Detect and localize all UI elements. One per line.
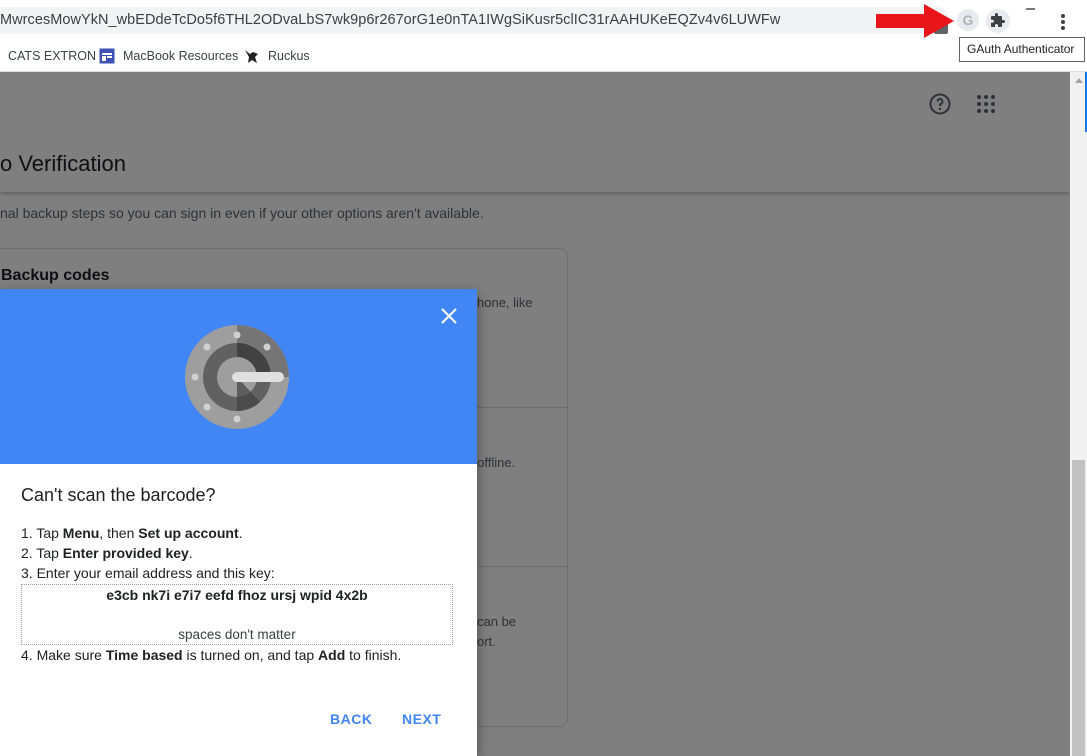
red-arrow-icon bbox=[876, 2, 956, 40]
scroll-up-arrow-icon[interactable] bbox=[1075, 78, 1083, 83]
bookmarks-bar: CATS EXTRON MacBook Resources Ruckus bbox=[0, 40, 1087, 72]
step-keyword: Add bbox=[318, 647, 346, 663]
back-button[interactable]: BACK bbox=[330, 711, 372, 727]
step-text: 1. bbox=[21, 525, 37, 541]
step-text: , then bbox=[99, 525, 139, 541]
step-keyword: Enter provided key bbox=[62, 545, 189, 561]
url-text[interactable]: MwrcesMowYkN_wbEDdeTcDo5f6THL2ODvaLbS7wk… bbox=[0, 12, 780, 28]
instruction-step-4: 4. Make sure Time based is turned on, an… bbox=[21, 647, 401, 663]
cant-scan-dialog: Can't scan the barcode? 1. Tap Menu, the… bbox=[0, 289, 477, 756]
extension-tooltip: GAuth Authenticator bbox=[959, 37, 1085, 62]
ruckus-dog-icon bbox=[244, 48, 260, 64]
step-text: 4. bbox=[21, 647, 37, 663]
step-text: 2. bbox=[21, 545, 37, 561]
bookmark-label: CATS EXTRON bbox=[8, 49, 96, 63]
step-keyword: Menu bbox=[62, 525, 100, 541]
next-button[interactable]: NEXT bbox=[402, 711, 441, 727]
bookmark-label: MacBook Resources bbox=[123, 49, 239, 63]
step-text: Make sure bbox=[36, 647, 106, 663]
dialog-title: Can't scan the barcode? bbox=[21, 485, 216, 505]
step-keyword: Time based bbox=[105, 647, 183, 663]
step-text: is turned on, and tap bbox=[182, 647, 319, 663]
step-text: Tap bbox=[36, 525, 63, 541]
close-icon[interactable] bbox=[437, 304, 461, 328]
secret-key[interactable]: e3cb nk7i e7i7 eefd fhoz ursj wpid 4x2b bbox=[22, 587, 452, 603]
step-text: Tap bbox=[36, 545, 63, 561]
bookmark-label: Ruckus bbox=[268, 49, 310, 63]
instruction-step-1: 1. Tap Menu, then Set up account. bbox=[21, 525, 243, 541]
profile-indicator bbox=[1026, 8, 1035, 10]
step-text: . bbox=[238, 525, 243, 541]
dialog-header bbox=[0, 289, 477, 464]
extensions-puzzle-icon[interactable] bbox=[986, 9, 1010, 33]
step-text: . bbox=[188, 545, 193, 561]
bookmark-ruckus[interactable]: Ruckus bbox=[244, 46, 310, 66]
step-text: to finish. bbox=[345, 647, 402, 663]
bookmark-macbook-resources[interactable]: MacBook Resources bbox=[99, 46, 238, 66]
omnibox[interactable]: MwrcesMowYkN_wbEDdeTcDo5f6THL2ODvaLbS7wk… bbox=[0, 7, 950, 34]
calendar-icon bbox=[99, 48, 115, 64]
key-note: spaces don't matter bbox=[178, 627, 296, 642]
google-authenticator-logo-icon bbox=[182, 322, 292, 432]
bookmark-cats-extron[interactable]: CATS EXTRON bbox=[8, 46, 96, 66]
instruction-step-3: 3. Enter your email address and this key… bbox=[21, 565, 275, 581]
gauth-extension-icon[interactable]: G bbox=[957, 9, 979, 31]
scrollbar-thumb[interactable] bbox=[1072, 460, 1085, 756]
secret-key-box[interactable]: e3cb nk7i e7i7 eefd fhoz ursj wpid 4x2b … bbox=[21, 584, 453, 645]
step-keyword: Set up account bbox=[138, 525, 239, 541]
browser-menu-icon[interactable] bbox=[1055, 12, 1071, 32]
instruction-step-2: 2. Tap Enter provided key. bbox=[21, 545, 193, 561]
